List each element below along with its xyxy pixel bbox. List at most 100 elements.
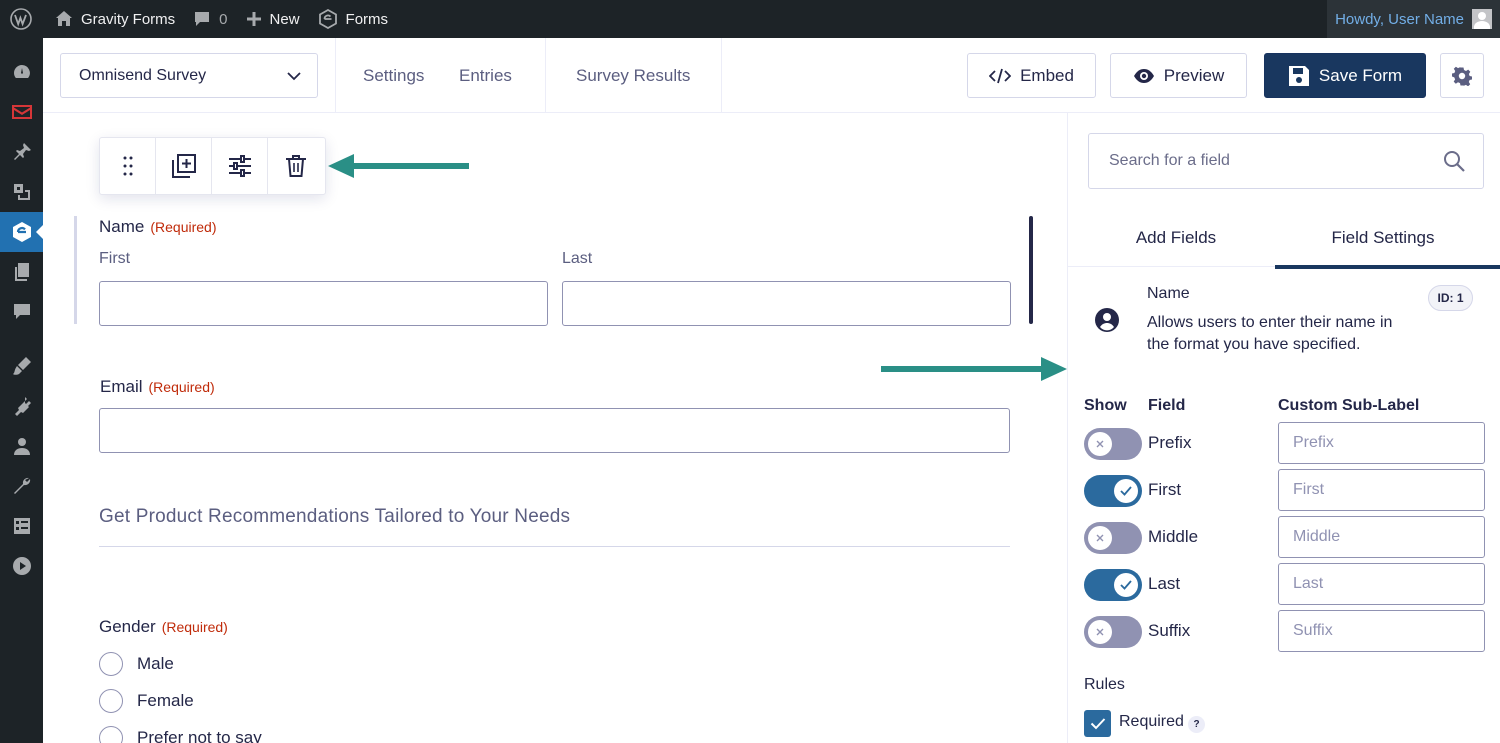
subfield-row-suffix: Suffix Suffix [1084, 610, 1486, 654]
preview-label: Preview [1163, 65, 1225, 85]
radio-button[interactable] [99, 689, 123, 713]
subfield-row-middle: Middle Middle [1084, 516, 1486, 560]
custom-sublabel-input[interactable]: Prefix [1278, 422, 1485, 464]
admin-bar: Gravity Forms 0 New Forms Howdy, User Na… [0, 0, 1500, 38]
toggle-last[interactable] [1084, 569, 1142, 601]
pages-icon[interactable] [0, 252, 43, 292]
custom-sublabel-input[interactable]: Suffix [1278, 610, 1485, 652]
last-name-input[interactable] [562, 281, 1011, 326]
survey-results-link[interactable]: Survey Results [576, 38, 690, 113]
media-icon[interactable] [0, 172, 43, 212]
code-icon [989, 68, 1012, 83]
forms-label: Forms [345, 10, 389, 28]
selected-field-indicator [1029, 216, 1033, 324]
subfield-row-last: Last Last [1084, 563, 1486, 607]
help-tooltip-icon[interactable]: ? [1188, 716, 1205, 733]
required-indicator: (Required) [161, 619, 228, 635]
toggle-suffix[interactable] [1084, 616, 1142, 648]
tab-field-settings[interactable]: Field Settings [1275, 209, 1500, 269]
comments-menu-icon[interactable] [0, 292, 43, 332]
custom-sublabel-input[interactable]: Last [1278, 563, 1485, 605]
new-content-link[interactable]: New [237, 0, 309, 38]
dashboard-icon[interactable] [0, 52, 43, 92]
mail-icon[interactable] [0, 92, 43, 132]
search-placeholder: Search for a field [1109, 152, 1230, 169]
email-input[interactable] [99, 408, 1010, 453]
floppy-disk-icon [1288, 65, 1309, 86]
preview-button[interactable]: Preview [1110, 53, 1247, 98]
comment-bubble-icon [195, 12, 210, 26]
field-settings-button[interactable] [212, 138, 268, 194]
radio-label: Female [137, 691, 194, 710]
check-icon [1114, 479, 1138, 503]
trash-icon [286, 155, 306, 177]
custom-sublabel-input[interactable]: Middle [1278, 516, 1485, 558]
form-name: Omnisend Survey [79, 66, 207, 84]
toggle-first[interactable] [1084, 475, 1142, 507]
embed-button[interactable]: Embed [967, 53, 1096, 98]
users-icon[interactable] [0, 426, 43, 466]
admin-left-menu [0, 38, 43, 743]
radio-button[interactable] [99, 652, 123, 676]
field-info-description: Allows users to enter their name in the … [1147, 314, 1393, 353]
field-info-title: Name [1147, 285, 1190, 302]
custom-sublabel-input[interactable]: First [1278, 469, 1485, 511]
howdy-text: Howdy, User Name [1335, 10, 1464, 28]
gender-option-male[interactable]: Male [99, 652, 174, 676]
gravity-forms-menu-icon[interactable] [0, 212, 43, 252]
field-id-badge: ID: 1 [1428, 285, 1473, 311]
section-title: Get Product Recommendations Tailored to … [99, 506, 571, 527]
subfield-name: Middle [1148, 527, 1199, 546]
embed-label: Embed [1020, 65, 1074, 85]
entries-link[interactable]: Entries [459, 38, 512, 113]
site-name: Gravity Forms [81, 10, 176, 28]
search-icon [1444, 151, 1465, 172]
gender-option-prefer-not[interactable]: Prefer not to say [99, 726, 262, 743]
gender-option-female[interactable]: Female [99, 689, 194, 713]
sidebar-tabs: Add Fields Field Settings [1068, 209, 1500, 269]
gear-icon [1452, 66, 1472, 86]
radio-button[interactable] [99, 726, 123, 743]
field-search-input[interactable]: Search for a field [1088, 133, 1484, 189]
appearance-icon[interactable] [0, 346, 43, 386]
tools-icon[interactable] [0, 466, 43, 506]
settings-menu-icon[interactable] [0, 506, 43, 546]
drag-handle-button[interactable] [100, 138, 156, 194]
column-header-field: Field [1148, 397, 1186, 414]
save-form-button[interactable]: Save Form [1264, 53, 1426, 98]
delete-field-button[interactable] [268, 138, 324, 194]
play-icon[interactable] [0, 546, 43, 586]
toggle-middle[interactable] [1084, 522, 1142, 554]
form-switcher-dropdown[interactable]: Omnisend Survey [60, 53, 318, 98]
tab-add-fields[interactable]: Add Fields [1068, 209, 1284, 267]
pin-icon[interactable] [0, 132, 43, 172]
plus-icon [246, 12, 261, 26]
first-sublabel: First [99, 250, 131, 267]
form-settings-gear-button[interactable] [1440, 53, 1484, 98]
subfield-row-first: First First [1084, 469, 1486, 513]
first-name-input[interactable] [99, 281, 548, 326]
save-form-label: Save Form [1318, 65, 1403, 85]
toggle-prefix[interactable] [1084, 428, 1142, 460]
home-icon [56, 11, 72, 26]
editor-sidebar: Search for a field Add Fields Field Sett… [1067, 113, 1500, 743]
settings-link[interactable]: Settings [363, 38, 424, 113]
required-checkbox[interactable] [1084, 710, 1111, 737]
subfield-row-prefix: Prefix Prefix [1084, 422, 1486, 466]
required-indicator: (Required) [148, 379, 215, 395]
form-canvas: Name (Required) First Last Email (Required… [43, 113, 1067, 743]
subfield-name: Suffix [1148, 621, 1191, 640]
my-account-menu[interactable]: Howdy, User Name [1327, 0, 1500, 38]
name-label-text: Name [99, 217, 145, 236]
comments-link[interactable]: 0 [184, 0, 236, 38]
field-action-toolbar [99, 137, 326, 195]
duplicate-field-button[interactable] [156, 138, 212, 194]
site-name-link[interactable]: Gravity Forms [46, 0, 184, 38]
plugins-icon[interactable] [0, 386, 43, 426]
forms-link[interactable]: Forms [309, 0, 398, 38]
duplicate-icon [171, 154, 196, 178]
wordpress-logo-icon[interactable] [0, 0, 46, 38]
user-circle-icon [1095, 308, 1119, 332]
x-icon [1088, 526, 1112, 550]
section-divider [99, 546, 1010, 547]
